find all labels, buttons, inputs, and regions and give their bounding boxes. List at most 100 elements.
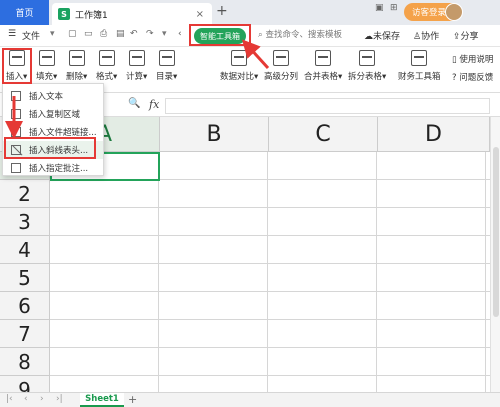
menu-item-label: 插入复制区域 bbox=[29, 110, 81, 120]
document-tab[interactable]: S 工作簿1 × bbox=[52, 3, 212, 25]
cloud-icon: ☁ bbox=[364, 32, 373, 42]
insert-dropdown-menu: 插入文本 插入复制区域 插入文件超链接... 插入斜线表头... 插入指定批注.… bbox=[2, 83, 104, 176]
toc-icon bbox=[158, 50, 175, 66]
column-header-b[interactable]: B bbox=[160, 117, 269, 152]
undo-icon[interactable]: ↶ bbox=[130, 29, 138, 39]
usage-help-label: 使用说明 bbox=[459, 55, 494, 65]
text-icon bbox=[11, 91, 21, 101]
share-icon: ⇪ bbox=[453, 32, 461, 42]
advanced-split-button[interactable]: 高级分列 bbox=[264, 50, 298, 82]
highlight-insert-box bbox=[2, 48, 32, 84]
share-label: 分享 bbox=[460, 32, 479, 42]
next-sheet-icon[interactable]: › bbox=[40, 394, 44, 404]
redo-icon[interactable]: ↷ bbox=[146, 29, 154, 39]
feedback-label: 问题反馈 bbox=[459, 73, 494, 83]
row-header[interactable]: 3 bbox=[0, 208, 50, 236]
sheet-tab-sheet1[interactable]: Sheet1 bbox=[80, 393, 124, 407]
copy-icon bbox=[11, 109, 21, 119]
delete-icon bbox=[68, 50, 85, 66]
row-header[interactable]: 8 bbox=[0, 348, 50, 376]
preview-icon[interactable]: ▤ bbox=[116, 29, 125, 39]
add-sheet-button[interactable]: + bbox=[128, 393, 137, 406]
collab-label: 协作 bbox=[421, 32, 440, 42]
first-sheet-icon[interactable]: |‹ bbox=[6, 394, 13, 404]
merge-sheets-label: 合并表格 bbox=[304, 72, 339, 82]
feedback-link[interactable]: ? 问题反馈 bbox=[452, 71, 493, 83]
menu-item-label: 插入指定批注... bbox=[29, 164, 89, 174]
formula-input[interactable] bbox=[165, 98, 490, 114]
menu-item-insert-text[interactable]: 插入文本 bbox=[3, 87, 103, 105]
layout-icon[interactable]: ▣ bbox=[375, 3, 384, 13]
unsaved-label: 未保存 bbox=[373, 32, 401, 42]
data-compare-button[interactable]: 数据对比▾ bbox=[220, 50, 258, 82]
toc-button[interactable]: 目录▾ bbox=[156, 50, 177, 82]
chevron-left-icon[interactable]: ‹ bbox=[178, 29, 182, 39]
vertical-scrollbar[interactable] bbox=[490, 117, 500, 392]
menu-item-insert-comment[interactable]: 插入指定批注... bbox=[3, 159, 103, 177]
format-icon bbox=[98, 50, 115, 66]
data-compare-label: 数据对比 bbox=[220, 72, 255, 82]
prev-sheet-icon[interactable]: ‹ bbox=[24, 394, 28, 404]
share-button[interactable]: ⇪分享 bbox=[453, 29, 479, 42]
column-header-d[interactable]: D bbox=[378, 117, 490, 152]
row-header[interactable]: 5 bbox=[0, 264, 50, 292]
calc-label: 计算 bbox=[126, 72, 144, 82]
home-tab[interactable]: 首页 bbox=[0, 0, 49, 25]
calc-button[interactable]: 计算▾ bbox=[126, 50, 147, 82]
chevron-down-icon[interactable]: ▾ bbox=[162, 29, 167, 39]
title-bar: 首页 S 工作簿1 × + ▣ ⊞ 访客登录 bbox=[0, 0, 500, 25]
new-tab-button[interactable]: + bbox=[216, 3, 228, 19]
column-header-c[interactable]: C bbox=[269, 117, 378, 152]
user-icon: ♙ bbox=[413, 32, 422, 42]
chevron-down-icon[interactable]: ▾ bbox=[50, 29, 55, 39]
last-sheet-icon[interactable]: ›| bbox=[56, 394, 63, 404]
document-name: 工作簿1 bbox=[75, 10, 108, 21]
fill-button[interactable]: 填充▾ bbox=[36, 50, 57, 82]
print-icon[interactable]: ⎙ bbox=[100, 29, 107, 39]
finance-tools-button[interactable]: 财务工具箱 bbox=[398, 50, 441, 82]
file-menu[interactable]: 文件 bbox=[22, 29, 40, 42]
spreadsheet-icon: S bbox=[58, 8, 70, 20]
split-sheets-button[interactable]: 拆分表格▾ bbox=[348, 50, 386, 82]
help-icon: ? bbox=[452, 73, 457, 83]
format-button[interactable]: 格式▾ bbox=[96, 50, 117, 82]
finance-tools-label: 财务工具箱 bbox=[398, 72, 441, 82]
fill-label: 填充 bbox=[36, 72, 54, 82]
scroll-thumb[interactable] bbox=[493, 147, 499, 317]
delete-button[interactable]: 删除▾ bbox=[66, 50, 87, 82]
sheet-bar: |‹ ‹ › ›| Sheet1 + bbox=[0, 392, 500, 407]
menu-icon[interactable]: ☰ bbox=[8, 29, 16, 39]
menu-item-label: 插入文本 bbox=[29, 92, 64, 102]
usage-help-link[interactable]: ▯ 使用说明 bbox=[452, 53, 493, 65]
doc-icon: ▯ bbox=[452, 55, 457, 65]
folder-icon[interactable]: ▭ bbox=[84, 29, 93, 39]
search-input[interactable]: ⌕ 查找命令、搜索模板 bbox=[258, 28, 342, 40]
zoom-icon[interactable]: 🔍 bbox=[128, 98, 140, 109]
avatar[interactable] bbox=[445, 3, 463, 21]
cell-area[interactable] bbox=[50, 152, 490, 392]
split-sheets-label: 拆分表格 bbox=[348, 72, 383, 82]
row-header[interactable]: 9 bbox=[0, 376, 50, 392]
grid-icon[interactable]: ⊞ bbox=[390, 3, 398, 13]
close-tab-button[interactable]: × bbox=[196, 9, 204, 20]
compare-icon bbox=[231, 50, 248, 66]
save-icon[interactable]: ▢ bbox=[68, 29, 77, 39]
merge-icon bbox=[315, 50, 332, 66]
menu-item-insert-copied-range[interactable]: 插入复制区域 bbox=[3, 105, 103, 123]
split-columns-icon bbox=[273, 50, 289, 66]
collab-button[interactable]: ♙协作 bbox=[413, 29, 439, 42]
highlight-smart-toolbox-box bbox=[189, 24, 251, 46]
unsaved-status[interactable]: ☁未保存 bbox=[364, 29, 400, 42]
fill-icon bbox=[38, 50, 55, 66]
search-icon: ⌕ bbox=[258, 30, 263, 40]
delete-label: 删除 bbox=[66, 72, 84, 82]
comment-icon bbox=[11, 163, 21, 173]
row-header[interactable]: 6 bbox=[0, 292, 50, 320]
merge-sheets-button[interactable]: 合并表格▾ bbox=[304, 50, 342, 82]
row-header[interactable]: 7 bbox=[0, 320, 50, 348]
row-header[interactable]: 4 bbox=[0, 236, 50, 264]
format-label: 格式 bbox=[96, 72, 114, 82]
toc-label: 目录 bbox=[156, 72, 174, 82]
fx-icon[interactable]: fx bbox=[149, 98, 159, 111]
row-header[interactable]: 2 bbox=[0, 180, 50, 208]
